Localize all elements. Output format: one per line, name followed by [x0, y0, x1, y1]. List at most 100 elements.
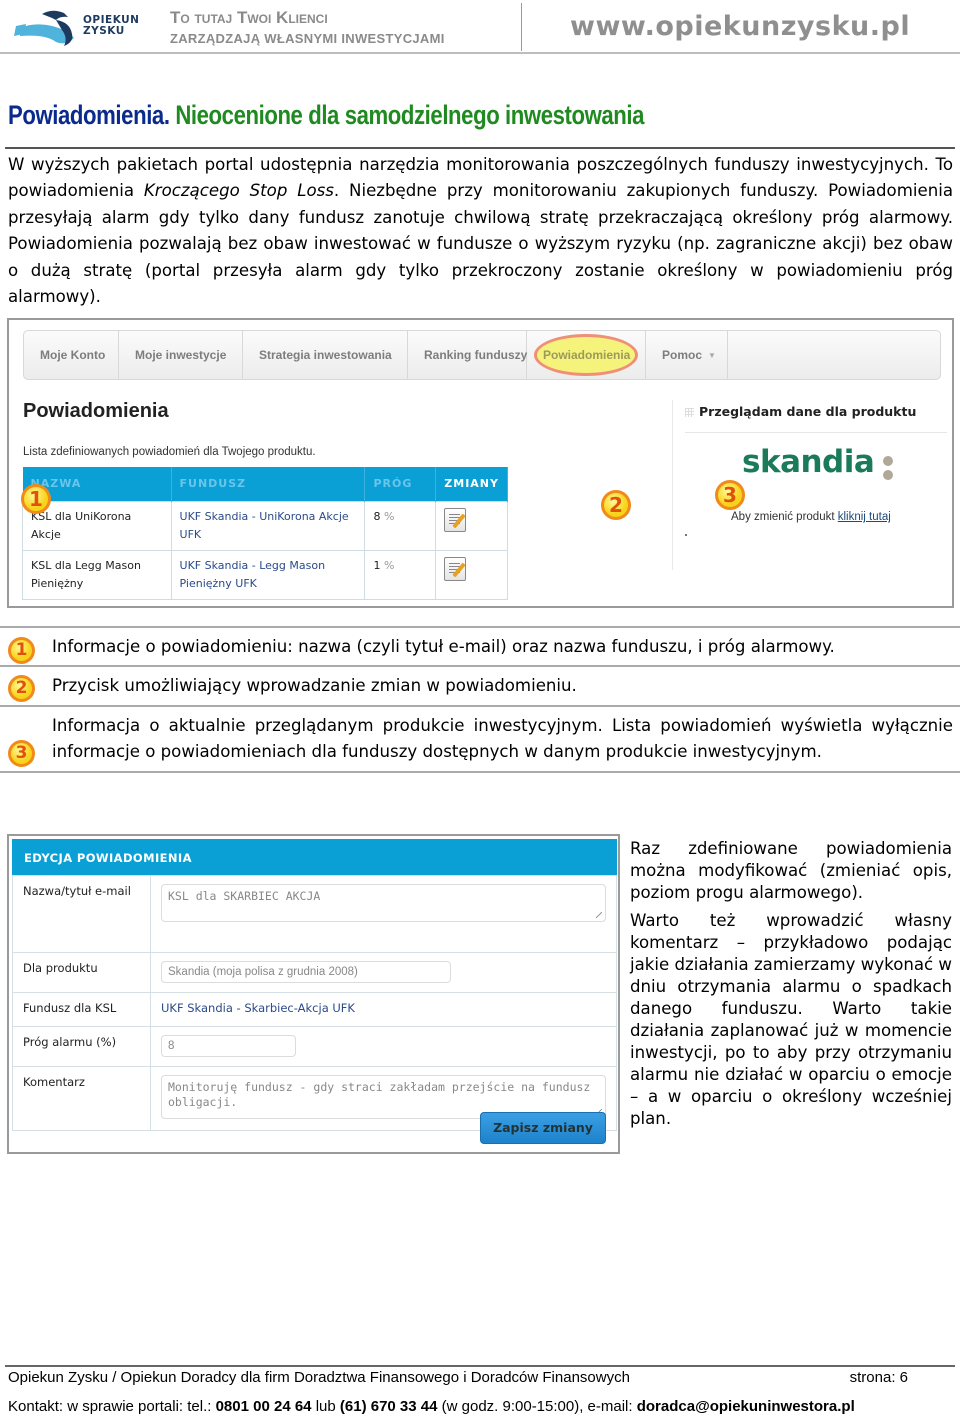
threshold-input[interactable]: 8 — [161, 1035, 296, 1057]
nav-label: Moje Konto — [40, 348, 106, 362]
contact-email[interactable]: doradca@opiekuninwestora.pl — [637, 1398, 855, 1415]
intro-italic: Kroczącego Stop Loss — [143, 181, 334, 201]
callout-badge-2: 2 — [601, 490, 631, 520]
form-row: Fundusz dla KSL UKF Skandia - Skarbiec-A… — [12, 992, 617, 1027]
notification-name: KSL dla Legg Mason Pieniężny — [22, 549, 172, 600]
nav-label: Strategia inwestowania — [259, 348, 392, 362]
name-cell: KSL dla SKARBIEC AKCJA — [150, 875, 617, 953]
title-part2: Nieocenione dla samodzielnego inwestowan… — [175, 100, 645, 130]
change-product-label: Aby zmienić produkt — [731, 511, 838, 523]
nav-item-moje-konto[interactable]: Moje Konto — [24, 331, 119, 379]
side-paragraph-1: Raz zdefiniowane powiadomienia można mod… — [630, 839, 952, 902]
edit-cell — [435, 549, 508, 600]
skandia-logo-dots — [883, 456, 893, 482]
col-zmiany: ZMIANY — [435, 467, 508, 501]
main-nav: Moje Konto Moje inwestycje Strategia inw… — [23, 330, 941, 380]
nav-item-strategia[interactable]: Strategia inwestowania — [243, 331, 408, 379]
threshold-cell: 8 — [150, 1026, 617, 1067]
notifications-subtitle: Lista zdefiniowanych powiadomień dla Two… — [23, 446, 316, 458]
col-fundusz[interactable]: FUNDUSZ — [171, 467, 366, 501]
name-textarea[interactable]: KSL dla SKARBIEC AKCJA — [161, 884, 606, 922]
product-field: Skandia (moja polisa z grudnia 2008) — [161, 961, 451, 983]
nav-item-ranking-funduszy[interactable]: Ranking funduszy ▼ — [408, 331, 541, 379]
save-changes-button[interactable]: Zapisz zmiany — [480, 1112, 606, 1144]
edit-icon[interactable] — [444, 556, 467, 581]
footer-line-1: Opiekun Zysku / Opiekun Doradcy dla firm… — [8, 1369, 908, 1386]
notifications-table: NAZWA FUNDUSZ PRÓG ZMIANY KSL dla UniKor… — [22, 467, 508, 600]
nav-label: Pomoc — [662, 348, 703, 362]
table-row: KSL dla Legg Mason Pieniężny UKF Skandia… — [22, 549, 508, 600]
edit-notification-screenshot: EDYCJA POWIADOMIENIA Nazwa/tytuł e-mail … — [7, 834, 620, 1154]
threshold-value: 1 — [373, 558, 381, 572]
notification-threshold: 8 % — [364, 500, 437, 551]
grid-icon — [685, 408, 694, 417]
sidebar-divider — [672, 400, 673, 570]
legend-item: 3 Informacja o aktualnie przeglądanym pr… — [0, 704, 960, 771]
logo-text: OPIEKUN ZYSKU — [83, 15, 139, 37]
nav-item-powiadomienia[interactable]: Powiadomienia — [527, 331, 646, 379]
notification-threshold: 1 % — [364, 549, 437, 600]
change-product-link[interactable]: kliknij tutaj — [838, 511, 891, 523]
footer-company: Opiekun Zysku / Opiekun Doradcy dla firm… — [8, 1369, 630, 1386]
title-part1: Powiadomienia. — [8, 100, 170, 130]
callout-badge-1: 1 — [21, 484, 51, 514]
change-product-text: Aby zmienić produkt kliknij tutaj — [731, 511, 891, 523]
threshold-label: Próg alarmu (%) — [12, 1026, 151, 1067]
chevron-down-icon: ▼ — [708, 350, 716, 360]
skandia-logo: skandia — [742, 444, 875, 480]
fund-label: Fundusz dla KSL — [12, 992, 151, 1027]
fund-value: UKF Skandia - Skarbiec-Akcja UFK — [150, 992, 617, 1027]
legend-text: Przycisk umożliwiający wprowadzanie zmia… — [52, 676, 577, 696]
nav-label: Ranking funduszy — [424, 348, 528, 362]
footer-rule — [5, 1365, 955, 1367]
product-panel-rule — [685, 432, 947, 433]
tagline-line1: To tutaj Twoi Klienci — [170, 8, 328, 27]
table-header-row: NAZWA FUNDUSZ PRÓG ZMIANY — [22, 467, 508, 501]
legend-text: Informacja o aktualnie przeglądanym prod… — [52, 715, 953, 762]
nav-label: Powiadomienia — [543, 348, 631, 362]
comment-label: Komentarz — [12, 1066, 151, 1131]
callout-badge-3: 3 — [715, 480, 745, 510]
header-divider — [521, 3, 522, 51]
notification-fund[interactable]: UKF Skandia - Legg Mason Pieniężny UFK — [170, 549, 366, 600]
product-label: Dla produktu — [12, 952, 151, 993]
legend-badge-2: 2 — [8, 675, 35, 703]
contact-hours: (w godz. 9:00-15:00), e-mail: — [437, 1398, 637, 1415]
edit-icon[interactable] — [444, 507, 467, 532]
stray-dot — [685, 534, 687, 536]
nav-label: Moje inwestycje — [135, 348, 227, 362]
tagline: To tutaj Twoi Klienci zarządzają własnym… — [170, 8, 445, 50]
contact-or: lub — [311, 1398, 340, 1415]
form-row: Dla produktu Skandia (moja polisa z grud… — [12, 952, 617, 993]
legend-badge-3: 3 — [8, 739, 35, 767]
side-explanation: Raz zdefiniowane powiadomienia można mod… — [630, 838, 952, 1130]
page-title: Powiadomienia. Nieocenione dla samodziel… — [8, 100, 644, 131]
threshold-unit: % — [383, 509, 395, 523]
legend-badge-1: 1 — [8, 637, 35, 664]
contact-phone-1: 0801 00 24 64 — [215, 1398, 312, 1415]
page-number: strona: 6 — [849, 1369, 908, 1386]
form-row: Nazwa/tytuł e-mail KSL dla SKARBIEC AKCJ… — [12, 875, 617, 953]
contact-prefix: Kontakt: w sprawie portali: tel.: — [8, 1398, 216, 1415]
form-row: Próg alarmu (%) 8 — [12, 1026, 617, 1067]
product-panel-title: Przeglądam dane dla produktu — [685, 404, 916, 419]
edit-form-heading: EDYCJA POWIADOMIENIA — [12, 839, 617, 875]
threshold-value: 8 — [373, 509, 381, 523]
site-url[interactable]: www.opiekunzysku.pl — [570, 11, 910, 42]
nav-item-pomoc[interactable]: Pomoc ▼ — [646, 331, 728, 379]
page-header: OPIEKUN ZYSKU To tutaj Twoi Klienci zarz… — [0, 0, 960, 54]
edit-form: Nazwa/tytuł e-mail KSL dla SKARBIEC AKCJ… — [12, 875, 617, 1131]
legend-item: 1 Informacje o powiadomieniu: nazwa (czy… — [0, 626, 960, 665]
product-panel-title-text: Przeglądam dane dla produktu — [699, 404, 917, 419]
logo-line2: ZYSKU — [83, 25, 125, 37]
threshold-unit: % — [383, 558, 395, 572]
intro-paragraph: W wyższych pakietach portal udostępnia n… — [8, 152, 953, 310]
col-prog[interactable]: PRÓG — [364, 467, 437, 501]
callout-legend: 1 Informacje o powiadomieniu: nazwa (czy… — [0, 626, 960, 773]
product-cell: Skandia (moja polisa z grudnia 2008) — [150, 952, 617, 993]
edit-cell — [435, 500, 508, 551]
nav-item-moje-inwestycje[interactable]: Moje inwestycje — [119, 331, 243, 379]
side-paragraph-2: Warto też wprowadzić własny komentarz – … — [630, 911, 952, 1128]
notification-fund[interactable]: UKF Skandia - UniKorona Akcje UFK — [170, 500, 366, 551]
legend-bottom-rule — [0, 770, 960, 773]
